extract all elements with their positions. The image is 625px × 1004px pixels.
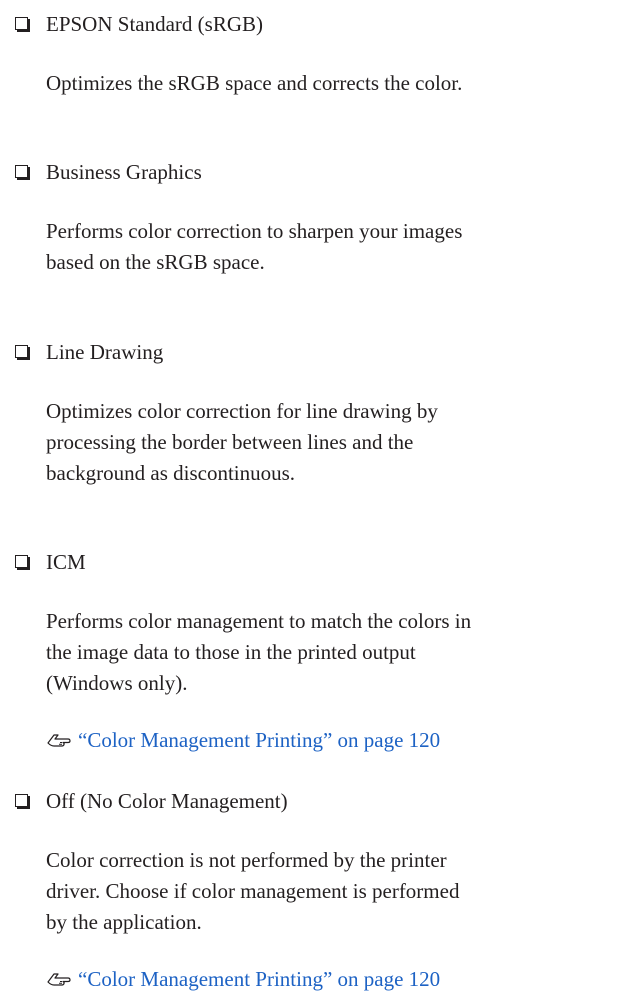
- item-description: Performs color management to match the c…: [46, 606, 616, 699]
- description-line: Performs color correction to sharpen you…: [46, 219, 463, 243]
- description-line: Color correction is not performed by the…: [46, 848, 447, 872]
- description-line: Optimizes the sRGB space and corrects th…: [46, 71, 463, 95]
- list-item-business-graphics: Business Graphics Performs color correct…: [0, 160, 625, 274]
- item-description: Optimizes color correction for line draw…: [46, 396, 616, 489]
- list-item-off: Off (No Color Management) Color correcti…: [0, 789, 625, 991]
- list-item-icm: ICM Performs color management to match t…: [0, 550, 625, 752]
- color-management-link[interactable]: “Color Management Printing” on page 120: [46, 727, 440, 753]
- item-description: Optimizes the sRGB space and corrects th…: [46, 68, 616, 99]
- pointing-hand-icon: [47, 973, 71, 986]
- description-line: (Windows only).: [46, 671, 188, 695]
- description-line: by the application.: [46, 910, 202, 934]
- color-management-link[interactable]: “Color Management Printing” on page 120: [46, 966, 440, 992]
- item-title: ICM: [46, 550, 86, 574]
- description-line: the image data to those in the printed o…: [46, 640, 416, 664]
- checkbox-bullet-icon: [15, 794, 28, 807]
- description-line: Optimizes color correction for line draw…: [46, 399, 438, 423]
- description-line: processing the border between lines and …: [46, 430, 414, 454]
- xref-text[interactable]: “Color Management Printing” on page 120: [78, 967, 440, 991]
- description-line: driver. Choose if color management is pe…: [46, 879, 460, 903]
- list-item-line-drawing: Line Drawing Optimizes color correction …: [0, 340, 625, 485]
- item-title: EPSON Standard (sRGB): [46, 12, 264, 36]
- pointing-hand-icon: [47, 734, 71, 747]
- checkbox-bullet-icon: [15, 345, 28, 358]
- document-page: EPSON Standard (sRGB) Optimizes the sRGB…: [0, 0, 625, 1004]
- item-description: Color correction is not performed by the…: [46, 845, 616, 938]
- item-title: Off (No Color Management): [46, 789, 288, 813]
- list-item-epson-standard: EPSON Standard (sRGB) Optimizes the sRGB…: [0, 12, 625, 95]
- checkbox-bullet-icon: [15, 17, 28, 30]
- description-line: based on the sRGB space.: [46, 250, 265, 274]
- description-line: Performs color management to match the c…: [46, 609, 472, 633]
- item-title: Line Drawing: [46, 340, 164, 364]
- checkbox-bullet-icon: [15, 555, 28, 568]
- description-line: background as discontinuous.: [46, 461, 296, 485]
- item-description: Performs color correction to sharpen you…: [46, 216, 616, 278]
- checkbox-bullet-icon: [15, 165, 28, 178]
- item-title: Business Graphics: [46, 160, 202, 184]
- xref-text[interactable]: “Color Management Printing” on page 120: [78, 728, 440, 752]
